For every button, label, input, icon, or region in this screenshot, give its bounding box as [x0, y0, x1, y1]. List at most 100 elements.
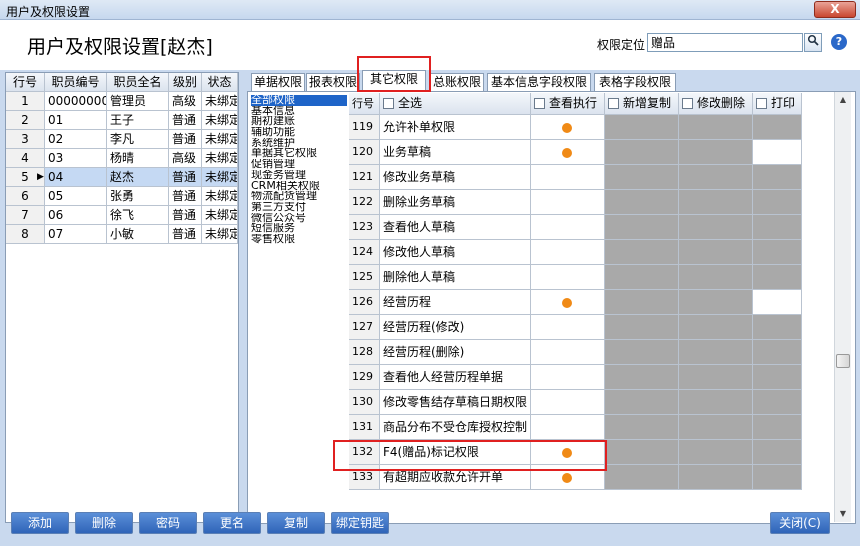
- print-cell[interactable]: [753, 140, 802, 165]
- add-copy-cell[interactable]: [605, 340, 679, 365]
- close-window-button[interactable]: X: [814, 1, 856, 18]
- category-item[interactable]: CRM相关权限: [251, 181, 347, 192]
- edit-delete-cell[interactable]: [679, 340, 753, 365]
- edit-delete-cell[interactable]: [679, 465, 753, 490]
- permission-row[interactable]: 132 F4(赠品)标记权限: [349, 440, 805, 465]
- add-copy-cell[interactable]: [605, 415, 679, 440]
- edit-delete-cell[interactable]: [679, 240, 753, 265]
- delete-button[interactable]: 删除: [75, 512, 133, 534]
- tab-other-permissions[interactable]: 其它权限: [362, 70, 426, 91]
- permission-row[interactable]: 131 商品分布不受仓库授权控制: [349, 415, 805, 440]
- view-execute-cell[interactable]: [531, 290, 605, 315]
- permission-row[interactable]: 121 修改业务草稿: [349, 165, 805, 190]
- category-item[interactable]: 期初建账: [251, 116, 347, 127]
- edit-delete-checkbox[interactable]: [682, 98, 693, 109]
- edit-delete-cell[interactable]: [679, 390, 753, 415]
- add-button[interactable]: 添加: [11, 512, 69, 534]
- view-execute-cell[interactable]: [531, 165, 605, 190]
- print-cell[interactable]: [753, 165, 802, 190]
- tab-report-permissions[interactable]: 报表权限: [306, 73, 360, 91]
- print-cell[interactable]: [753, 115, 802, 140]
- category-item[interactable]: 零售权限: [251, 234, 347, 245]
- print-cell[interactable]: [753, 290, 802, 315]
- permission-row[interactable]: 119 允许补单权限: [349, 115, 805, 140]
- employee-row[interactable]: 8 07 小敏 普通 未绑定: [6, 225, 238, 244]
- print-cell[interactable]: [753, 390, 802, 415]
- scroll-down-icon[interactable]: ▼: [835, 506, 851, 522]
- edit-delete-cell[interactable]: [679, 190, 753, 215]
- vertical-scrollbar[interactable]: ▲ ▼: [834, 92, 851, 522]
- edit-delete-cell[interactable]: [679, 115, 753, 140]
- print-header[interactable]: 打印: [753, 93, 802, 115]
- search-icon[interactable]: [804, 33, 822, 52]
- edit-delete-cell[interactable]: [679, 315, 753, 340]
- add-copy-cell[interactable]: [605, 215, 679, 240]
- password-button[interactable]: 密码: [139, 512, 197, 534]
- edit-delete-cell[interactable]: [679, 165, 753, 190]
- add-copy-cell[interactable]: [605, 140, 679, 165]
- view-execute-cell[interactable]: [531, 265, 605, 290]
- view-execute-cell[interactable]: [531, 465, 605, 490]
- view-execute-cell[interactable]: [531, 415, 605, 440]
- print-cell[interactable]: [753, 465, 802, 490]
- view-execute-cell[interactable]: [531, 240, 605, 265]
- help-icon[interactable]: ?: [831, 34, 847, 50]
- select-all-checkbox[interactable]: [383, 98, 394, 109]
- add-copy-cell[interactable]: [605, 165, 679, 190]
- permission-locate-input[interactable]: [647, 33, 803, 52]
- add-copy-cell[interactable]: [605, 390, 679, 415]
- add-copy-cell[interactable]: [605, 465, 679, 490]
- add-copy-checkbox[interactable]: [608, 98, 619, 109]
- permission-row[interactable]: 123 查看他人草稿: [349, 215, 805, 240]
- category-item[interactable]: 物流配货管理: [251, 191, 347, 202]
- print-cell[interactable]: [753, 315, 802, 340]
- view-execute-cell[interactable]: [531, 215, 605, 240]
- category-item[interactable]: 微信公众号: [251, 213, 347, 224]
- tab-table-field-permissions[interactable]: 表格字段权限: [594, 73, 676, 91]
- category-item[interactable]: 第三方支付: [251, 202, 347, 213]
- edit-delete-cell[interactable]: [679, 440, 753, 465]
- category-item[interactable]: 辅助功能: [251, 127, 347, 138]
- add-copy-cell[interactable]: [605, 290, 679, 315]
- permission-row[interactable]: 133 有超期应收款允许开单: [349, 465, 805, 490]
- view-execute-cell[interactable]: [531, 315, 605, 340]
- rename-button[interactable]: 更名: [203, 512, 261, 534]
- bind-key-button[interactable]: 绑定钥匙: [331, 512, 389, 534]
- add-copy-cell[interactable]: [605, 190, 679, 215]
- permission-row[interactable]: 120 业务草稿: [349, 140, 805, 165]
- permission-row[interactable]: 122 删除业务草稿: [349, 190, 805, 215]
- employee-row[interactable]: 2 01 王子 普通 未绑定: [6, 111, 238, 130]
- close-button[interactable]: 关闭(C): [770, 512, 830, 534]
- edit-delete-cell[interactable]: [679, 215, 753, 240]
- permission-row[interactable]: 129 查看他人经营历程单据: [349, 365, 805, 390]
- view-execute-cell[interactable]: [531, 340, 605, 365]
- print-cell[interactable]: [753, 415, 802, 440]
- view-execute-cell[interactable]: [531, 140, 605, 165]
- employee-row[interactable]: 5 04 赵杰 普通 未绑定 ▶: [6, 168, 238, 187]
- category-item[interactable]: 基本信息: [251, 106, 347, 117]
- print-cell[interactable]: [753, 240, 802, 265]
- employee-row[interactable]: 4 03 杨晴 高级 未绑定: [6, 149, 238, 168]
- employee-row[interactable]: 1000000000管理员高级未绑定: [6, 92, 238, 111]
- column-header[interactable]: 行号: [6, 73, 45, 92]
- copy-button[interactable]: 复制: [267, 512, 325, 534]
- add-copy-cell[interactable]: [605, 315, 679, 340]
- add-copy-header[interactable]: 新增复制: [605, 93, 679, 115]
- view-execute-cell[interactable]: [531, 190, 605, 215]
- view-execute-checkbox[interactable]: [534, 98, 545, 109]
- column-header[interactable]: 职员编号: [45, 73, 107, 92]
- category-item[interactable]: 短信服务: [251, 223, 347, 234]
- employee-row[interactable]: 3 02 李凡 普通 未绑定: [6, 130, 238, 149]
- column-header[interactable]: 状态: [202, 73, 238, 92]
- permission-row[interactable]: 127 经营历程(修改): [349, 315, 805, 340]
- view-execute-cell[interactable]: [531, 115, 605, 140]
- add-copy-cell[interactable]: [605, 265, 679, 290]
- print-cell[interactable]: [753, 340, 802, 365]
- employee-row[interactable]: 7 06 徐飞 普通 未绑定: [6, 206, 238, 225]
- permission-row[interactable]: 124 修改他人草稿: [349, 240, 805, 265]
- edit-delete-header[interactable]: 修改删除: [679, 93, 753, 115]
- tab-document-permissions[interactable]: 单据权限: [251, 73, 305, 91]
- column-header[interactable]: 职员全名: [107, 73, 169, 92]
- category-item[interactable]: 促销管理: [251, 159, 347, 170]
- print-cell[interactable]: [753, 365, 802, 390]
